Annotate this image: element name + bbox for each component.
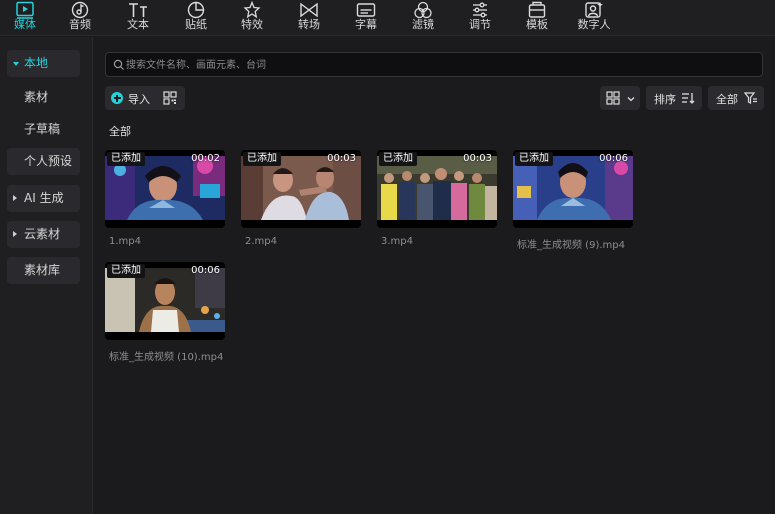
- tool-label: 特效: [241, 18, 263, 31]
- tool-label: 调节: [469, 18, 491, 31]
- file-name: 2.mp4: [245, 236, 277, 247]
- file-name: 3.mp4: [381, 236, 413, 247]
- sidebar-item-sub-drafts[interactable]: 子草稿: [7, 116, 80, 143]
- sidebar-item-material-library[interactable]: 素材库: [7, 257, 80, 284]
- sidebar-item-ai-generate[interactable]: AI 生成: [7, 185, 80, 212]
- sidebar-item-label: 子草稿: [24, 122, 61, 136]
- sidebar-item-personal-presets[interactable]: 个人预设: [7, 148, 80, 175]
- plus-circle-icon: [111, 92, 123, 104]
- sort-label: 排序: [654, 93, 676, 106]
- filter-label: 全部: [716, 93, 738, 106]
- added-badge: 已添加: [107, 152, 145, 166]
- media-icon: [15, 1, 35, 19]
- search-input[interactable]: [126, 56, 746, 74]
- file-name: 标准_生成视频 (10).mp4: [109, 352, 224, 363]
- sidebar-item-cloud-materials[interactable]: 云素材: [7, 221, 80, 248]
- tool-digital-human[interactable]: 数字人: [569, 0, 619, 36]
- tool-label: 文本: [127, 18, 149, 31]
- video-thumbnail: 已添加 00:03: [377, 150, 497, 228]
- filter-funnel-icon: [743, 91, 758, 108]
- sidebar-item-label: 素材库: [24, 263, 61, 277]
- adjust-icon: [470, 1, 490, 19]
- import-label: 导入: [128, 93, 150, 106]
- tool-label: 滤镜: [412, 18, 434, 31]
- caret-down-icon: [13, 62, 19, 66]
- digital-human-icon: [584, 1, 604, 19]
- added-badge: 已添加: [379, 152, 417, 166]
- view-mode-button[interactable]: [600, 86, 640, 110]
- tool-label: 音频: [69, 18, 91, 31]
- import-group: 导入: [105, 86, 185, 110]
- duration-label: 00:06: [191, 265, 220, 276]
- added-badge: 已添加: [243, 152, 281, 166]
- tool-text[interactable]: 文本: [113, 0, 163, 36]
- caret-right-icon: [13, 195, 17, 201]
- tool-subtitles[interactable]: 字幕: [341, 0, 391, 36]
- video-thumbnail: 已添加 00:03: [241, 150, 361, 228]
- duration-label: 00:02: [191, 153, 220, 164]
- sidebar-item-label: 素材: [24, 90, 49, 104]
- sidebar-item-local[interactable]: 本地: [7, 50, 80, 77]
- text-icon: [128, 1, 148, 19]
- tool-label: 转场: [298, 18, 320, 31]
- sort-button[interactable]: 排序: [646, 86, 702, 110]
- tool-media[interactable]: 媒体: [0, 0, 50, 36]
- top-toolbar: 媒体 音频 文本 贴纸 特效 转场 字幕 滤镜 调节 模板 数字人: [0, 0, 775, 36]
- sidebar-item-materials[interactable]: 素材: [7, 84, 80, 111]
- sidebar-item-label: 云素材: [24, 227, 61, 241]
- tool-label: 模板: [526, 18, 548, 31]
- tool-transitions[interactable]: 转场: [284, 0, 334, 36]
- search-icon: [113, 59, 125, 71]
- tool-effects[interactable]: 特效: [227, 0, 277, 36]
- sidebar-item-label: 个人预设: [24, 154, 73, 168]
- chevron-down-icon: [626, 93, 636, 107]
- added-badge: 已添加: [107, 264, 145, 278]
- subtitle-icon: [356, 1, 376, 19]
- sidebar-item-label: 本地: [24, 56, 49, 70]
- audio-icon: [70, 1, 90, 19]
- filter-icon: [413, 1, 433, 19]
- added-badge: 已添加: [515, 152, 553, 166]
- file-name: 标准_生成视频 (9).mp4: [517, 240, 625, 251]
- sidebar-item-label: AI 生成: [24, 191, 64, 205]
- video-thumbnail: 已添加 00:02: [105, 150, 225, 228]
- tool-audio[interactable]: 音频: [55, 0, 105, 36]
- tool-label: 数字人: [577, 18, 611, 31]
- tool-label: 字幕: [355, 18, 377, 31]
- tool-label: 媒体: [14, 18, 36, 31]
- duration-label: 00:03: [463, 153, 492, 164]
- tool-templates[interactable]: 模板: [512, 0, 562, 36]
- search-bar: [105, 52, 763, 77]
- video-thumbnail: 已添加 00:06: [513, 150, 633, 228]
- effects-icon: [242, 0, 262, 19]
- sidebar: 本地 素材 子草稿 个人预设 AI 生成 云素材 素材库: [0, 37, 93, 514]
- tool-sticker[interactable]: 贴纸: [171, 0, 221, 36]
- video-thumbnail: 已添加 00:06: [105, 262, 225, 340]
- sort-icon: [681, 91, 695, 108]
- file-name: 1.mp4: [109, 236, 141, 247]
- import-button[interactable]: 导入: [105, 86, 155, 110]
- duration-label: 00:03: [327, 153, 356, 164]
- filter-button[interactable]: 全部: [708, 86, 764, 110]
- grid-view-icon: [606, 91, 620, 108]
- sticker-icon: [186, 1, 206, 19]
- section-title: 全部: [109, 125, 131, 138]
- qr-code-icon[interactable]: [162, 90, 178, 106]
- tool-label: 贴纸: [185, 18, 207, 31]
- duration-label: 00:06: [599, 153, 628, 164]
- template-icon: [527, 1, 547, 19]
- tool-adjust[interactable]: 调节: [455, 0, 505, 36]
- transition-icon: [299, 1, 319, 19]
- tool-filters[interactable]: 滤镜: [398, 0, 448, 36]
- caret-right-icon: [13, 231, 17, 237]
